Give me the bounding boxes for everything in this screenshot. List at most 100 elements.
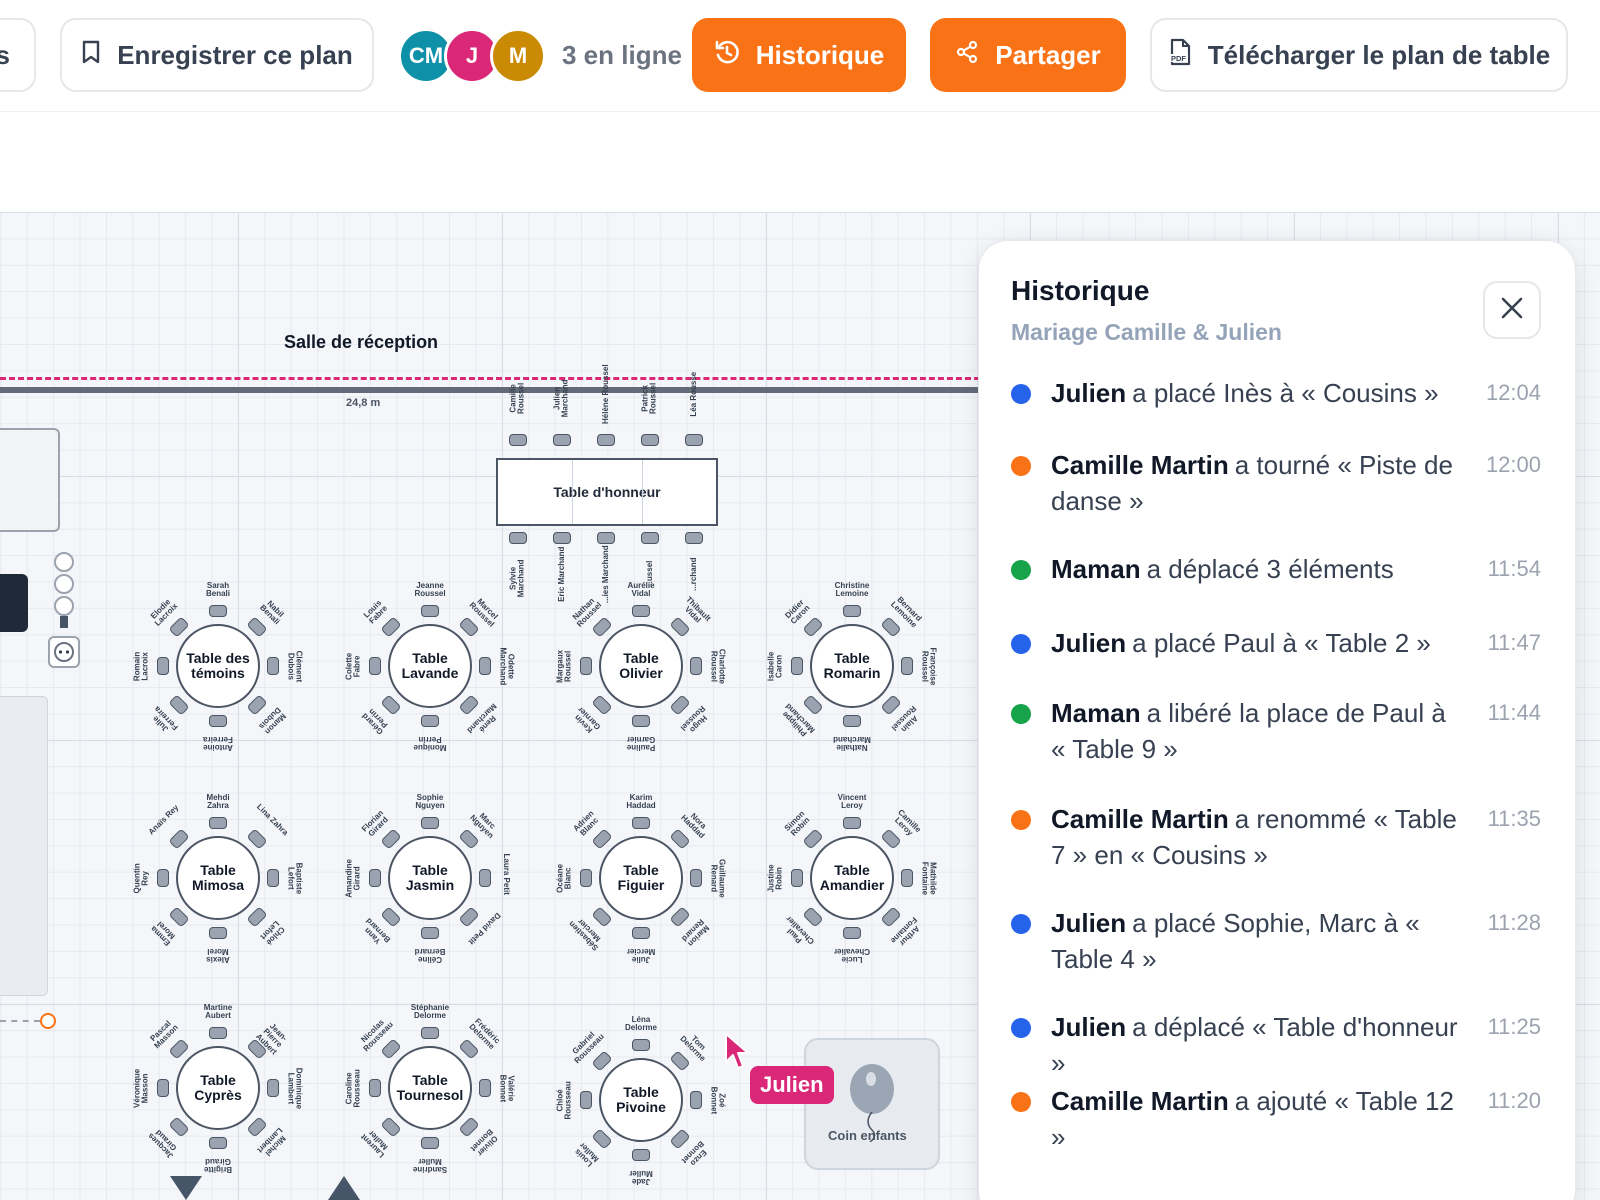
save-plan-button[interactable]: Enregistrer ce plan	[60, 18, 374, 92]
chair[interactable]	[246, 694, 268, 716]
speaker-icon[interactable]	[0, 574, 28, 632]
chair[interactable]	[632, 1039, 650, 1051]
chair[interactable]	[209, 1027, 227, 1039]
chair[interactable]	[802, 906, 824, 928]
chair[interactable]	[591, 828, 613, 850]
light-icon[interactable]	[54, 552, 74, 572]
chair[interactable]	[843, 817, 861, 829]
chair[interactable]	[479, 1079, 491, 1097]
history-entry[interactable]: Camille Martin a tourné « Piste de danse …	[1011, 447, 1541, 519]
chair[interactable]	[880, 694, 902, 716]
chair[interactable]	[669, 906, 691, 928]
chair[interactable]	[641, 434, 659, 446]
chair[interactable]	[168, 1116, 190, 1138]
chair[interactable]	[421, 605, 439, 617]
chair[interactable]	[669, 616, 691, 638]
chair[interactable]	[209, 605, 227, 617]
chair[interactable]	[479, 869, 491, 887]
history-entry[interactable]: Camille Martin a ajouté « Table 12 » 11:20	[1011, 1083, 1541, 1155]
chair[interactable]	[209, 927, 227, 939]
share-button[interactable]: Partager	[930, 18, 1126, 92]
chair[interactable]	[421, 817, 439, 829]
history-entry[interactable]: Julien a placé Paul à « Table 2 » 11:47	[1011, 625, 1541, 661]
room-wall[interactable]	[0, 387, 980, 393]
chair[interactable]	[246, 906, 268, 928]
download-pdf-button[interactable]: PDF Télécharger le plan de table	[1150, 18, 1568, 92]
chair[interactable]	[458, 906, 480, 928]
chair[interactable]	[641, 532, 659, 544]
round-table[interactable]: Table Amandier	[810, 836, 894, 920]
chair[interactable]	[580, 657, 592, 675]
chair[interactable]	[553, 532, 571, 544]
avatar-m[interactable]: M	[490, 28, 546, 84]
chair[interactable]	[880, 616, 902, 638]
light-icon[interactable]	[54, 574, 74, 594]
chair[interactable]	[168, 694, 190, 716]
chair[interactable]	[458, 1116, 480, 1138]
chair[interactable]	[421, 715, 439, 727]
round-table[interactable]: Table Mimosa	[176, 836, 260, 920]
chair[interactable]	[267, 1079, 279, 1097]
round-table[interactable]: Table Tournesol	[388, 1046, 472, 1130]
chair[interactable]	[168, 1038, 190, 1060]
close-panel-button[interactable]	[1483, 281, 1541, 339]
chair[interactable]	[246, 616, 268, 638]
chair[interactable]	[591, 694, 613, 716]
history-entry[interactable]: Julien a placé Sophie, Marc à « Table 4 »…	[1011, 905, 1541, 977]
chair[interactable]	[380, 1038, 402, 1060]
chair[interactable]	[209, 1137, 227, 1149]
chair[interactable]	[669, 694, 691, 716]
chair[interactable]	[369, 869, 381, 887]
chair[interactable]	[632, 927, 650, 939]
chair[interactable]	[421, 927, 439, 939]
chair[interactable]	[802, 694, 824, 716]
chair[interactable]	[632, 1149, 650, 1161]
light-icon[interactable]	[54, 596, 74, 616]
chair[interactable]	[267, 657, 279, 675]
chair[interactable]	[843, 605, 861, 617]
chair[interactable]	[632, 605, 650, 617]
chair[interactable]	[246, 1116, 268, 1138]
chair[interactable]	[632, 715, 650, 727]
chair[interactable]	[669, 1050, 691, 1072]
chair[interactable]	[458, 616, 480, 638]
chair[interactable]	[791, 869, 803, 887]
power-outlet-icon[interactable]	[48, 636, 80, 668]
chair[interactable]	[458, 828, 480, 850]
round-table[interactable]: Table Jasmin	[388, 836, 472, 920]
chair[interactable]	[690, 869, 702, 887]
chair[interactable]	[380, 1116, 402, 1138]
chair[interactable]	[580, 869, 592, 887]
chair[interactable]	[597, 532, 615, 544]
chair[interactable]	[209, 715, 227, 727]
chair[interactable]	[553, 434, 571, 446]
chair[interactable]	[690, 1091, 702, 1109]
chair[interactable]	[802, 616, 824, 638]
chair[interactable]	[591, 906, 613, 928]
mic-stand-icon[interactable]	[60, 616, 68, 628]
round-table[interactable]: Table Olivier	[599, 624, 683, 708]
history-entry[interactable]: Julien a placé Inès à « Cousins » 12:04	[1011, 375, 1541, 411]
chair[interactable]	[380, 906, 402, 928]
chair[interactable]	[901, 869, 913, 887]
chair[interactable]	[669, 828, 691, 850]
chair[interactable]	[209, 817, 227, 829]
round-table[interactable]: Table Pivoine	[599, 1058, 683, 1142]
previous-button-fragment[interactable]: s	[0, 18, 36, 92]
chair[interactable]	[267, 869, 279, 887]
chair[interactable]	[458, 1038, 480, 1060]
chair[interactable]	[369, 1079, 381, 1097]
chair[interactable]	[597, 434, 615, 446]
chair[interactable]	[380, 828, 402, 850]
chair[interactable]	[669, 1128, 691, 1150]
chair[interactable]	[421, 1137, 439, 1149]
chair[interactable]	[157, 1079, 169, 1097]
round-table[interactable]: Table Lavande	[388, 624, 472, 708]
chair[interactable]	[369, 657, 381, 675]
chair[interactable]	[580, 1091, 592, 1109]
chair[interactable]	[843, 927, 861, 939]
chair[interactable]	[901, 657, 913, 675]
chair[interactable]	[168, 906, 190, 928]
round-table[interactable]: Table Romarin	[810, 624, 894, 708]
history-entry[interactable]: Maman a déplacé 3 éléments 11:54	[1011, 551, 1541, 587]
